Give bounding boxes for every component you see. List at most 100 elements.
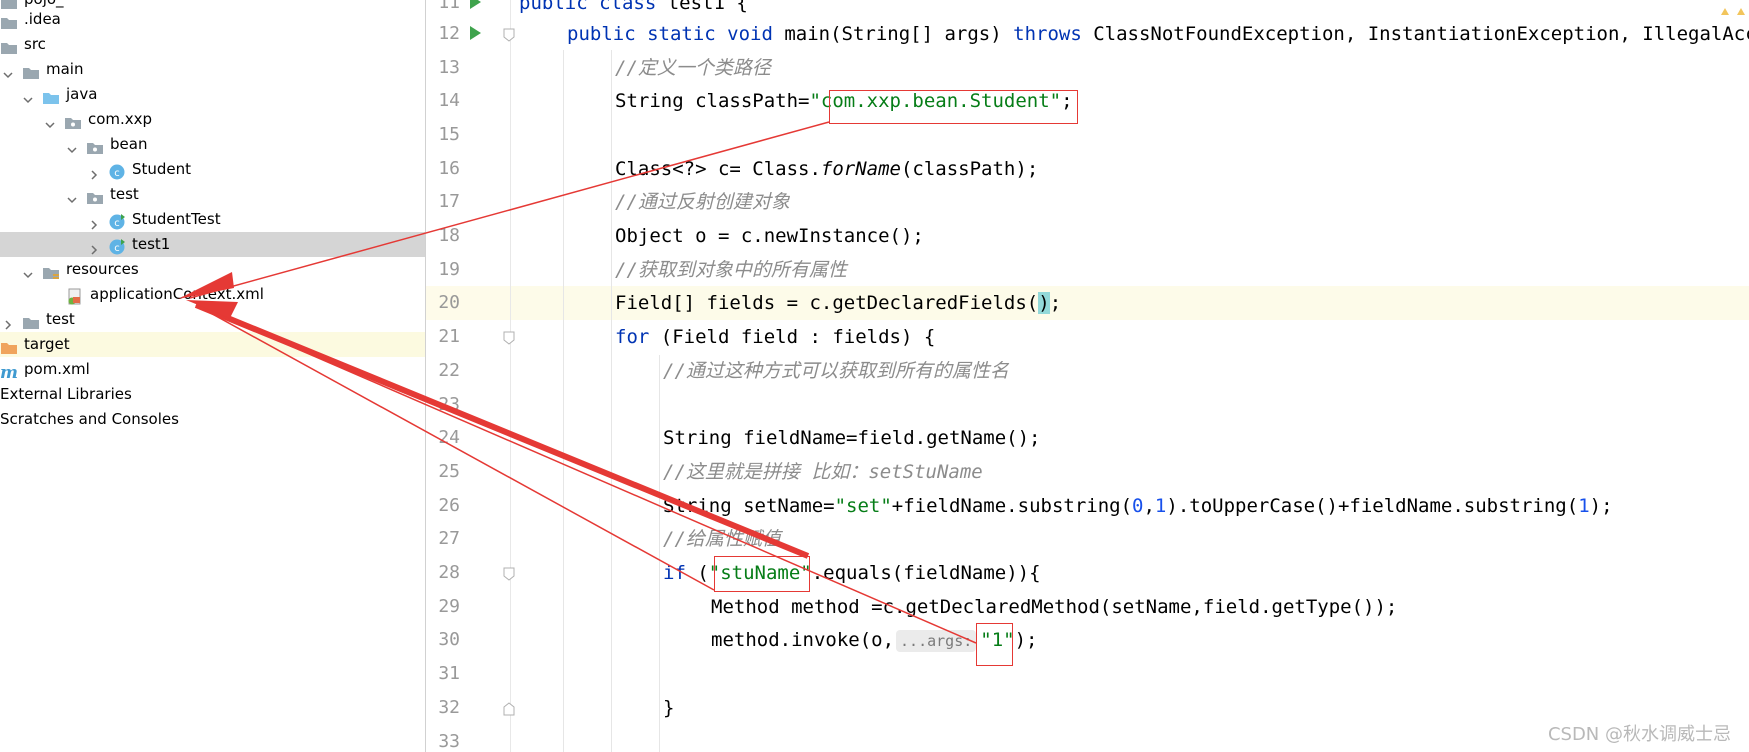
line-number: 14 xyxy=(438,90,460,111)
svg-text:c: c xyxy=(114,243,120,254)
runnable-class-icon: c xyxy=(108,238,126,254)
parameter-hint: ...args: xyxy=(896,629,977,652)
code-line-25[interactable]: //这里就是拼接 比如：setStuName xyxy=(663,455,983,489)
tree-item-resources[interactable]: resources xyxy=(0,257,425,282)
line-number: 15 xyxy=(438,124,460,145)
code-line-29[interactable]: Method method =c.getDeclaredMethod(setNa… xyxy=(711,590,1397,624)
line-number: 29 xyxy=(438,596,460,617)
resources-folder-icon xyxy=(42,263,60,279)
code-line-18[interactable]: Object o = c.newInstance(); xyxy=(615,219,924,253)
folder-icon xyxy=(22,313,40,329)
code-line-16[interactable]: Class<?> c= Class.forName(classPath); xyxy=(615,152,1038,186)
class-icon: c xyxy=(108,163,126,179)
fold-icon[interactable] xyxy=(502,330,516,345)
chevron-down-icon[interactable] xyxy=(66,189,78,203)
project-tree-panel: pojo_ .idea src main java com.xxp bean c… xyxy=(0,0,426,752)
tree-item-idea[interactable]: .idea xyxy=(0,7,425,32)
watermark: CSDN @秋水调威士忌 xyxy=(1547,724,1731,745)
tree-item-scratches-and-consoles[interactable]: Scratches and Consoles xyxy=(0,407,425,432)
fold-icon[interactable] xyxy=(502,566,516,581)
line-number: 30 xyxy=(438,629,460,650)
tree-item-test-folder[interactable]: test xyxy=(0,307,425,332)
chevron-down-icon[interactable] xyxy=(2,64,14,78)
folder-icon xyxy=(0,13,18,29)
chevron-right-icon[interactable] xyxy=(88,214,100,230)
maven-icon: m xyxy=(0,363,18,383)
tree-item-studenttest[interactable]: c StudentTest xyxy=(0,207,425,232)
indent-guide xyxy=(563,50,564,752)
tree-item-student[interactable]: c Student xyxy=(0,157,425,182)
line-number: 31 xyxy=(438,663,460,684)
folder-icon xyxy=(0,0,18,9)
code-line-26[interactable]: String setName="set"+fieldName.substring… xyxy=(663,489,1613,523)
code-line-27[interactable]: //给属性赋值 xyxy=(663,522,781,556)
line-number: 28 xyxy=(438,562,460,583)
chevron-right-icon[interactable] xyxy=(88,239,100,255)
matched-paren-highlight: ) xyxy=(1038,292,1050,314)
line-number: 24 xyxy=(438,427,460,448)
tree-item-target[interactable]: target xyxy=(0,332,425,357)
run-class-icon[interactable] xyxy=(468,0,482,10)
chevron-right-icon[interactable] xyxy=(88,164,100,180)
code-line-12[interactable]: public static void main(String[] args) t… xyxy=(567,17,1749,51)
line-number: 17 xyxy=(438,191,460,212)
chevron-down-icon[interactable] xyxy=(22,264,34,278)
svg-text:m: m xyxy=(0,364,18,380)
tree-item-main[interactable]: main xyxy=(0,57,425,82)
code-line-24[interactable]: String fieldName=field.getName(); xyxy=(663,421,1041,455)
line-number: 20 xyxy=(438,292,460,313)
tree-item-test1[interactable]: c test1 xyxy=(0,232,425,257)
tree-item-java[interactable]: java xyxy=(0,82,425,107)
fold-icon[interactable] xyxy=(502,701,516,716)
run-main-icon[interactable] xyxy=(468,25,482,41)
chevron-right-icon[interactable] xyxy=(2,314,14,330)
xml-file-icon xyxy=(66,288,84,304)
line-number: 33 xyxy=(438,731,460,752)
fold-icon[interactable] xyxy=(502,27,516,42)
indent-guide xyxy=(659,355,660,752)
folder-icon xyxy=(0,38,18,54)
chevron-down-icon[interactable] xyxy=(66,139,78,153)
excluded-folder-icon xyxy=(0,338,18,354)
line-number: 12 xyxy=(438,23,460,44)
tree-item-applicationcontext-xml[interactable]: applicationContext.xml xyxy=(0,282,425,307)
line-number: 23 xyxy=(438,394,460,415)
package-icon xyxy=(64,113,82,129)
code-line-21[interactable]: for (Field field : fields) { xyxy=(615,320,935,354)
line-number: 13 xyxy=(438,57,460,78)
tree-item-pom-xml[interactable]: m pom.xml xyxy=(0,357,425,383)
line-number: 25 xyxy=(438,461,460,482)
annotation-box-classpath xyxy=(829,90,1078,124)
code-line-19[interactable]: //获取到对象中的所有属性 xyxy=(615,253,847,287)
line-number: 16 xyxy=(438,158,460,179)
line-number: 19 xyxy=(438,259,460,280)
runnable-class-icon: c xyxy=(108,213,126,229)
tree-item-bean[interactable]: bean xyxy=(0,132,425,157)
annotation-box-stuname xyxy=(714,556,810,592)
tree-item-external-libraries[interactable]: External Libraries xyxy=(0,382,425,407)
code-editor[interactable]: 11 12 13 14 15 16 17 18 19 20 21 22 23 2… xyxy=(426,0,1749,752)
svg-text:c: c xyxy=(114,168,120,179)
code-line-20[interactable]: Field[] fields = c.getDeclaredFields(); xyxy=(615,286,1061,320)
line-number: 27 xyxy=(438,528,460,549)
package-icon xyxy=(86,188,104,204)
chevron-down-icon[interactable] xyxy=(44,114,56,128)
code-line-32[interactable]: } xyxy=(663,691,674,725)
tree-item-com-xxp[interactable]: com.xxp xyxy=(0,107,425,132)
source-folder-icon xyxy=(42,88,60,104)
code-line-13[interactable]: //定义一个类路径 xyxy=(615,51,771,85)
code-line-22[interactable]: //通过这种方式可以获取到所有的属性名 xyxy=(663,354,1009,388)
indent-guide xyxy=(611,50,612,752)
package-icon xyxy=(86,138,104,154)
folder-icon xyxy=(22,63,40,79)
tree-item-src[interactable]: src xyxy=(0,32,425,57)
annotation-box-value xyxy=(976,623,1013,666)
tree-item-test-package[interactable]: test xyxy=(0,182,425,207)
code-line-17[interactable]: //通过反射创建对象 xyxy=(615,185,790,219)
inspection-warning-icon[interactable] xyxy=(1719,0,1749,15)
line-number: 21 xyxy=(438,326,460,347)
line-number: 32 xyxy=(438,697,460,718)
line-number: 22 xyxy=(438,360,460,381)
line-number: 18 xyxy=(438,225,460,246)
chevron-down-icon[interactable] xyxy=(22,89,34,103)
